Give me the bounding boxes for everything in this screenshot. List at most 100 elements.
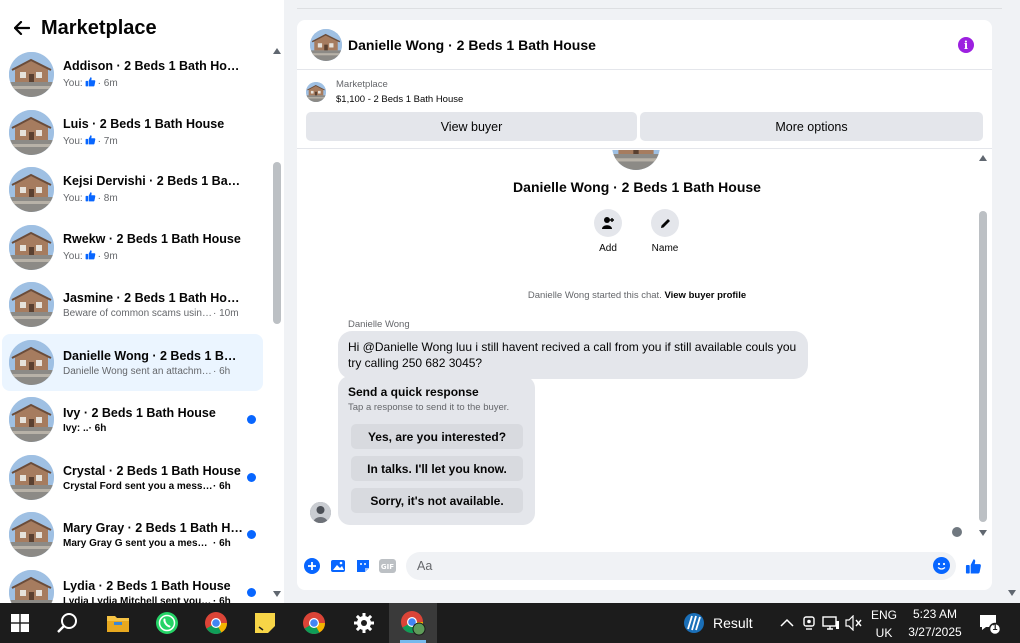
preview-prefix: You: [63, 192, 83, 204]
message-area: Danielle Wong · 2 Beds 1 Bath House Add … [297, 150, 992, 545]
preview-message: Beware of common scams using ... [63, 307, 213, 319]
sidebar-title: Marketplace [41, 16, 157, 39]
conversation-row[interactable]: Ivy · 2 Beds 1 Bath House Ivy: .. · 6h [2, 391, 263, 448]
preview-time: · 6h [213, 595, 231, 604]
conversation-name: Mary Gray · 2 Beds 1 Bath Ho... [63, 520, 243, 535]
result-label[interactable]: Result [713, 615, 753, 631]
chat-title[interactable]: Danielle Wong · 2 Beds 1 Bath House [348, 37, 596, 53]
chat-scrollbar-thumb[interactable] [979, 211, 987, 522]
conversation-row[interactable]: Kejsi Dervishi · 2 Beds 1 Bath H... You: ·… [2, 161, 263, 218]
more-options-button[interactable]: More options [640, 112, 983, 141]
preview-time: · 6h [213, 365, 231, 377]
windows-start-icon[interactable] [6, 609, 34, 637]
plus-circle-icon[interactable] [303, 557, 320, 574]
chat-scroll-down-icon[interactable] [979, 530, 987, 536]
seen-indicator-avatar [952, 527, 962, 537]
sticky-notes-icon[interactable] [251, 609, 279, 637]
preview-message: Danielle Wong sent an attachment. [63, 365, 213, 377]
conversation-row[interactable]: Danielle Wong · 2 Beds 1 Bath ... Daniell… [2, 334, 263, 391]
conversation-preview: Lydia Lydia Mitchell sent you a ... · 6h [63, 596, 243, 604]
view-buyer-profile-link[interactable]: View buyer profile [664, 290, 746, 301]
page-scroll-down-icon[interactable] [1008, 590, 1016, 596]
conversation-preview: Danielle Wong sent an attachment. · 6h [63, 366, 243, 377]
conversation-name: Crystal · 2 Beds 1 Bath House [63, 463, 241, 478]
preview-time: · 9m [97, 250, 118, 262]
clock-date[interactable]: 3/27/2025 [903, 625, 967, 639]
preview-prefix: You: [63, 250, 83, 262]
preview-time: · 6m [97, 77, 118, 89]
quick-response-subtitle: Tap a response to send it to the buyer. [348, 402, 510, 413]
quick-response-in-talks[interactable]: In talks. I'll let you know. [351, 456, 523, 481]
file-explorer-icon[interactable] [104, 609, 132, 637]
listing-bar: Marketplace $1,100 - 2 Beds 1 Bath House… [297, 71, 992, 149]
quick-response-card: Send a quick response Tap a response to … [338, 376, 535, 525]
conversation-row[interactable]: Rwekw · 2 Beds 1 Bath House You: · 9m [2, 219, 263, 276]
preview-message: Mary Gray G sent you a messag... [63, 537, 213, 549]
thumbs-up-icon[interactable] [965, 557, 982, 574]
preview-time: · 6h [213, 480, 231, 492]
conversation-row[interactable]: Luis · 2 Beds 1 Bath House You: · 7m [2, 104, 263, 161]
preview-time: · 8m [97, 192, 118, 204]
thumbs-up-icon [85, 249, 96, 263]
add-label: Add [599, 243, 617, 254]
conversation-name: Addison · 2 Beds 1 Bath House [63, 59, 243, 73]
sticker-icon[interactable] [354, 557, 371, 574]
conversation-row[interactable]: Crystal · 2 Beds 1 Bath House Crystal For… [2, 449, 263, 506]
view-buyer-button[interactable]: View buyer [306, 112, 637, 141]
conversation-avatar [9, 512, 54, 557]
search-icon[interactable] [54, 609, 82, 637]
profile-name: Danielle Wong · 2 Beds 1 Bath House [513, 179, 761, 195]
conversation-avatar [9, 110, 54, 155]
quick-response-yes[interactable]: Yes, are you interested? [351, 424, 523, 449]
conversation-row[interactable]: Mary Gray · 2 Beds 1 Bath Ho... Mary Gray… [2, 506, 263, 563]
listing-thumbnail [306, 82, 326, 102]
chat-scrollbar[interactable] [978, 153, 988, 543]
listing-info[interactable]: Marketplace $1,100 - 2 Beds 1 Bath House [306, 79, 463, 105]
name-button[interactable]: Name [640, 209, 690, 254]
add-button[interactable]: Add [583, 209, 633, 254]
chat-scroll-up-icon[interactable] [979, 155, 987, 161]
emoji-icon[interactable] [933, 557, 950, 574]
conversation-preview: You: · 7m [63, 134, 243, 148]
started-text: Danielle Wong started this chat. [527, 290, 662, 301]
scroll-down-arrow-icon[interactable] [273, 591, 281, 597]
preview-time: · 6h [88, 422, 107, 434]
chrome-icon[interactable] [202, 609, 230, 637]
conversation-row[interactable]: Addison · 2 Beds 1 Bath House You: · 6m [2, 46, 263, 103]
quick-response-not-available[interactable]: Sorry, it's not available. [351, 488, 523, 513]
back-arrow-icon[interactable] [12, 18, 32, 38]
info-icon[interactable]: i [958, 37, 974, 53]
profile-avatar [612, 150, 660, 170]
settings-gear-icon[interactable] [350, 609, 378, 637]
thumbs-up-icon [85, 76, 96, 90]
conversation-name: Lydia · 2 Beds 1 Bath House [63, 578, 231, 593]
svg-text:GIF: GIF [381, 563, 394, 571]
photo-icon[interactable] [329, 557, 346, 574]
scrollbar-thumb[interactable] [273, 162, 281, 324]
conversation-row[interactable]: Jasmine · 2 Beds 1 Bath House Beware of c… [2, 276, 263, 333]
keyboard-layout[interactable]: UK [866, 626, 902, 640]
chat-avatar[interactable] [310, 28, 342, 61]
preview-prefix: You: [63, 135, 83, 147]
scroll-up-arrow-icon[interactable] [273, 48, 281, 54]
sidebar-scrollbar[interactable] [272, 48, 282, 603]
volume-muted-icon[interactable] [840, 609, 868, 637]
conversation-avatar [9, 340, 54, 385]
whatsapp-icon[interactable] [153, 609, 181, 637]
add-person-icon[interactable] [594, 209, 622, 237]
chat-panel: Danielle Wong · 2 Beds 1 Bath House i Ma… [297, 20, 992, 590]
chrome-icon-2[interactable] [300, 609, 328, 637]
cricket-result-icon[interactable] [680, 609, 708, 637]
gif-icon[interactable]: GIF [379, 557, 396, 574]
unread-dot [247, 588, 256, 597]
message-input[interactable]: Aa [406, 552, 956, 580]
language-code[interactable]: ENG [866, 608, 902, 622]
pencil-icon[interactable] [651, 209, 679, 237]
notification-count: 1 [992, 622, 998, 632]
windows-taskbar: Result ENG UK 5:23 AM 3/27/2025 1 [0, 603, 1020, 643]
preview-message: Crystal Ford sent you a messag... [63, 480, 213, 492]
clock-time[interactable]: 5:23 AM [903, 607, 967, 621]
conversation-row[interactable]: Lydia · 2 Beds 1 Bath House Lydia Lydia M… [2, 564, 263, 603]
thumbs-up-icon [85, 134, 96, 148]
chrome-profile-icon[interactable] [399, 609, 427, 637]
